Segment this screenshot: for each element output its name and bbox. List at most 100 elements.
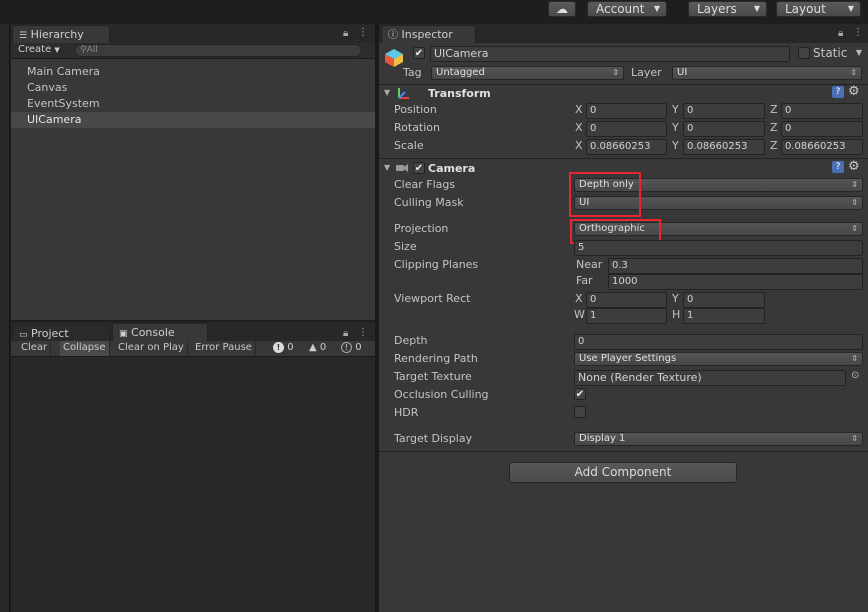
collapse-button[interactable]: Collapse — [60, 341, 110, 356]
target-display-dropdown[interactable]: Display 1 ⇕ — [574, 432, 863, 446]
clear-button[interactable]: Clear — [18, 341, 52, 356]
z-axis-label: Z — [770, 103, 778, 116]
hierarchy-tab-label: Hierarchy — [30, 28, 84, 41]
dropdown-arrow-icon: ⇕ — [850, 68, 857, 77]
info-count[interactable]: ! 0 — [273, 342, 294, 353]
lock-icon[interactable]: 🔒︎ — [343, 328, 348, 339]
folder-icon: ▭ — [19, 330, 28, 340]
rotation-y[interactable]: 0 — [683, 121, 765, 137]
fold-arrow-icon[interactable]: ▼ — [384, 163, 390, 172]
position-x[interactable]: 0 — [586, 103, 667, 119]
dropdown-arrow-icon: ▼ — [847, 4, 854, 13]
dropdown-arrow-icon: ⇕ — [851, 180, 858, 189]
error-count[interactable]: ! 0 — [341, 342, 362, 353]
tab-inspector[interactable]: ⓘ Inspector — [381, 25, 476, 43]
section-divider — [379, 158, 868, 159]
cloud-button[interactable]: ☁ — [548, 1, 576, 17]
scale-x[interactable]: 0.08660253 — [586, 139, 667, 155]
camera-enabled-checkbox[interactable]: ✔ — [413, 162, 425, 174]
position-y[interactable]: 0 — [683, 103, 765, 119]
dropdown-arrow-icon: ▼ — [653, 4, 660, 13]
account-dropdown[interactable]: Account ▼ — [587, 1, 667, 17]
create-button[interactable]: Create ▼ — [18, 44, 60, 55]
w-axis-label: W — [574, 308, 585, 321]
console-panel — [11, 322, 375, 612]
rotation-z[interactable]: 0 — [781, 121, 863, 137]
highlight-box-clear-flags — [569, 172, 641, 217]
hierarchy-item[interactable]: Canvas — [27, 81, 67, 94]
h-axis-label: H — [672, 308, 681, 321]
hdr-checkbox[interactable] — [574, 406, 586, 418]
object-name-field[interactable]: UICamera — [430, 46, 790, 62]
scene-view-strip — [0, 24, 10, 612]
layer-value: UI — [677, 67, 688, 78]
tab-project[interactable]: ▭ Project — [12, 324, 110, 342]
clipping-planes-label: Clipping Planes — [394, 258, 479, 271]
search-input[interactable]: ⚲All — [74, 44, 362, 57]
panel-menu-icon[interactable]: ⋮ — [358, 327, 368, 338]
scale-z[interactable]: 0.08660253 — [781, 139, 863, 155]
tag-dropdown[interactable]: Untagged ⇕ — [431, 66, 624, 80]
dropdown-arrow-icon: ⇕ — [612, 68, 619, 77]
layer-dropdown[interactable]: UI ⇕ — [672, 66, 862, 80]
warning-count[interactable]: ▲ 0 — [309, 342, 326, 353]
dropdown-arrow-icon: ⇕ — [851, 198, 858, 207]
viewport-h[interactable]: 1 — [683, 308, 765, 324]
viewport-x[interactable]: 0 — [586, 292, 667, 308]
static-label: Static — [813, 46, 848, 60]
help-icon[interactable]: ? — [832, 86, 844, 98]
depth-field[interactable]: 0 — [574, 334, 863, 350]
gear-icon[interactable]: ⚙ — [848, 84, 860, 99]
dropdown-arrow-icon: ▼ — [54, 46, 60, 54]
hierarchy-list-icon: ☰ — [19, 31, 28, 41]
rotation-x[interactable]: 0 — [586, 121, 667, 137]
scale-y[interactable]: 0.08660253 — [683, 139, 765, 155]
occlusion-culling-label: Occlusion Culling — [394, 388, 489, 401]
project-tab-label: Project — [31, 327, 69, 340]
x-axis-label: X — [575, 121, 583, 134]
static-checkbox[interactable] — [798, 47, 810, 59]
warning-count-value: 0 — [319, 342, 327, 353]
add-component-button[interactable]: Add Component — [509, 462, 737, 483]
help-icon[interactable]: ? — [832, 161, 844, 173]
object-picker-icon[interactable]: ⊙ — [851, 370, 859, 381]
position-z[interactable]: 0 — [781, 103, 863, 119]
layers-dropdown[interactable]: Layers ▼ — [688, 1, 767, 17]
x-axis-label: X — [575, 292, 583, 305]
fold-arrow-icon[interactable]: ▼ — [384, 88, 390, 97]
static-dropdown[interactable]: ▼ — [850, 47, 864, 61]
gear-icon[interactable]: ⚙ — [848, 159, 860, 174]
lock-icon[interactable]: 🔒︎ — [838, 28, 843, 39]
near-field[interactable]: 0.3 — [608, 258, 863, 274]
hierarchy-item[interactable]: Main Camera — [27, 65, 100, 78]
viewport-y[interactable]: 0 — [683, 292, 765, 308]
active-checkbox[interactable]: ✔ — [413, 47, 425, 59]
console-tab-label: Console — [131, 326, 175, 339]
error-pause-button[interactable]: Error Pause — [192, 341, 256, 356]
transform-title: Transform — [428, 87, 491, 100]
hierarchy-item-selected[interactable]: UICamera — [27, 113, 81, 126]
tab-console[interactable]: ▣ Console — [112, 323, 208, 341]
add-component-label: Add Component — [574, 465, 672, 479]
search-icon: ⚲ — [80, 45, 87, 55]
y-axis-label: Y — [672, 292, 679, 305]
inspector-tab-label: Inspector — [401, 28, 453, 41]
section-divider — [379, 84, 868, 85]
rendering-path-dropdown[interactable]: Use Player Settings ⇕ — [574, 352, 863, 366]
clear-on-play-button[interactable]: Clear on Play — [115, 341, 188, 356]
occlusion-culling-checkbox[interactable]: ✔ — [574, 388, 586, 400]
size-label: Size — [394, 240, 417, 253]
layout-dropdown[interactable]: Layout ▼ — [776, 1, 861, 17]
tab-hierarchy[interactable]: ☰ Hierarchy — [12, 25, 110, 43]
z-axis-label: Z — [770, 121, 778, 134]
viewport-w[interactable]: 1 — [586, 308, 667, 324]
target-texture-field[interactable]: None (Render Texture) — [574, 370, 846, 386]
far-field[interactable]: 1000 — [608, 274, 863, 290]
hierarchy-item[interactable]: EventSystem — [27, 97, 100, 110]
depth-label: Depth — [394, 334, 428, 347]
account-label: Account — [596, 2, 645, 16]
panel-menu-icon[interactable]: ⋮ — [358, 27, 368, 38]
size-field[interactable]: 5 — [574, 240, 863, 256]
lock-icon[interactable]: 🔒︎ — [343, 28, 348, 39]
panel-menu-icon[interactable]: ⋮ — [853, 27, 863, 38]
